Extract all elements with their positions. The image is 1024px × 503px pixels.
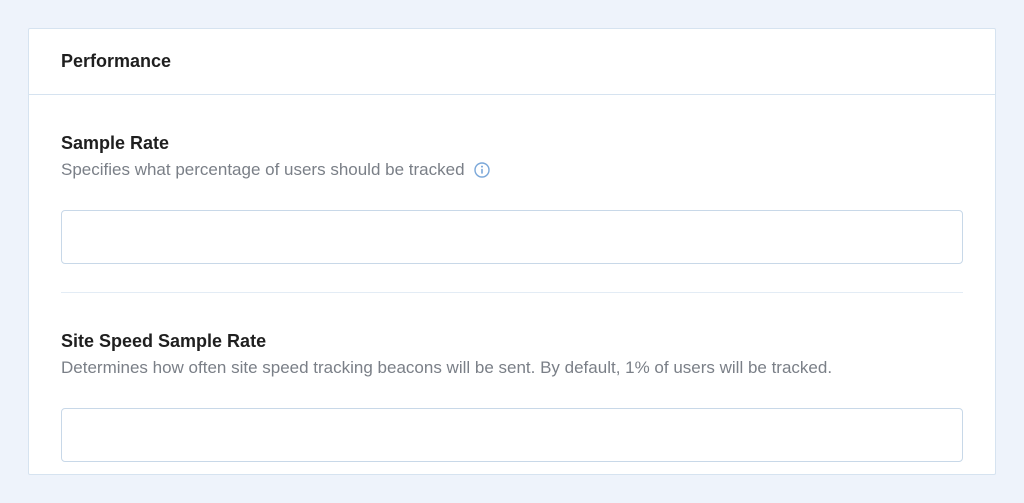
sample-rate-desc-row: Specifies what percentage of users shoul… bbox=[61, 158, 963, 182]
panel-body: Sample Rate Specifies what percentage of… bbox=[29, 95, 995, 482]
sample-rate-description: Specifies what percentage of users shoul… bbox=[61, 158, 465, 182]
sample-rate-field: Sample Rate Specifies what percentage of… bbox=[61, 95, 963, 264]
sample-rate-input[interactable] bbox=[61, 210, 963, 264]
site-speed-sample-rate-input[interactable] bbox=[61, 408, 963, 462]
site-speed-sample-rate-description: Determines how often site speed tracking… bbox=[61, 356, 832, 380]
site-speed-sample-rate-label: Site Speed Sample Rate bbox=[61, 331, 963, 352]
sample-rate-label: Sample Rate bbox=[61, 133, 963, 154]
performance-panel: Performance Sample Rate Specifies what p… bbox=[28, 28, 996, 475]
site-speed-sample-rate-desc-row: Determines how often site speed tracking… bbox=[61, 356, 963, 380]
site-speed-sample-rate-field: Site Speed Sample Rate Determines how of… bbox=[61, 293, 963, 462]
panel-header: Performance bbox=[29, 29, 995, 95]
panel-title: Performance bbox=[61, 51, 963, 72]
info-icon[interactable] bbox=[473, 161, 491, 179]
